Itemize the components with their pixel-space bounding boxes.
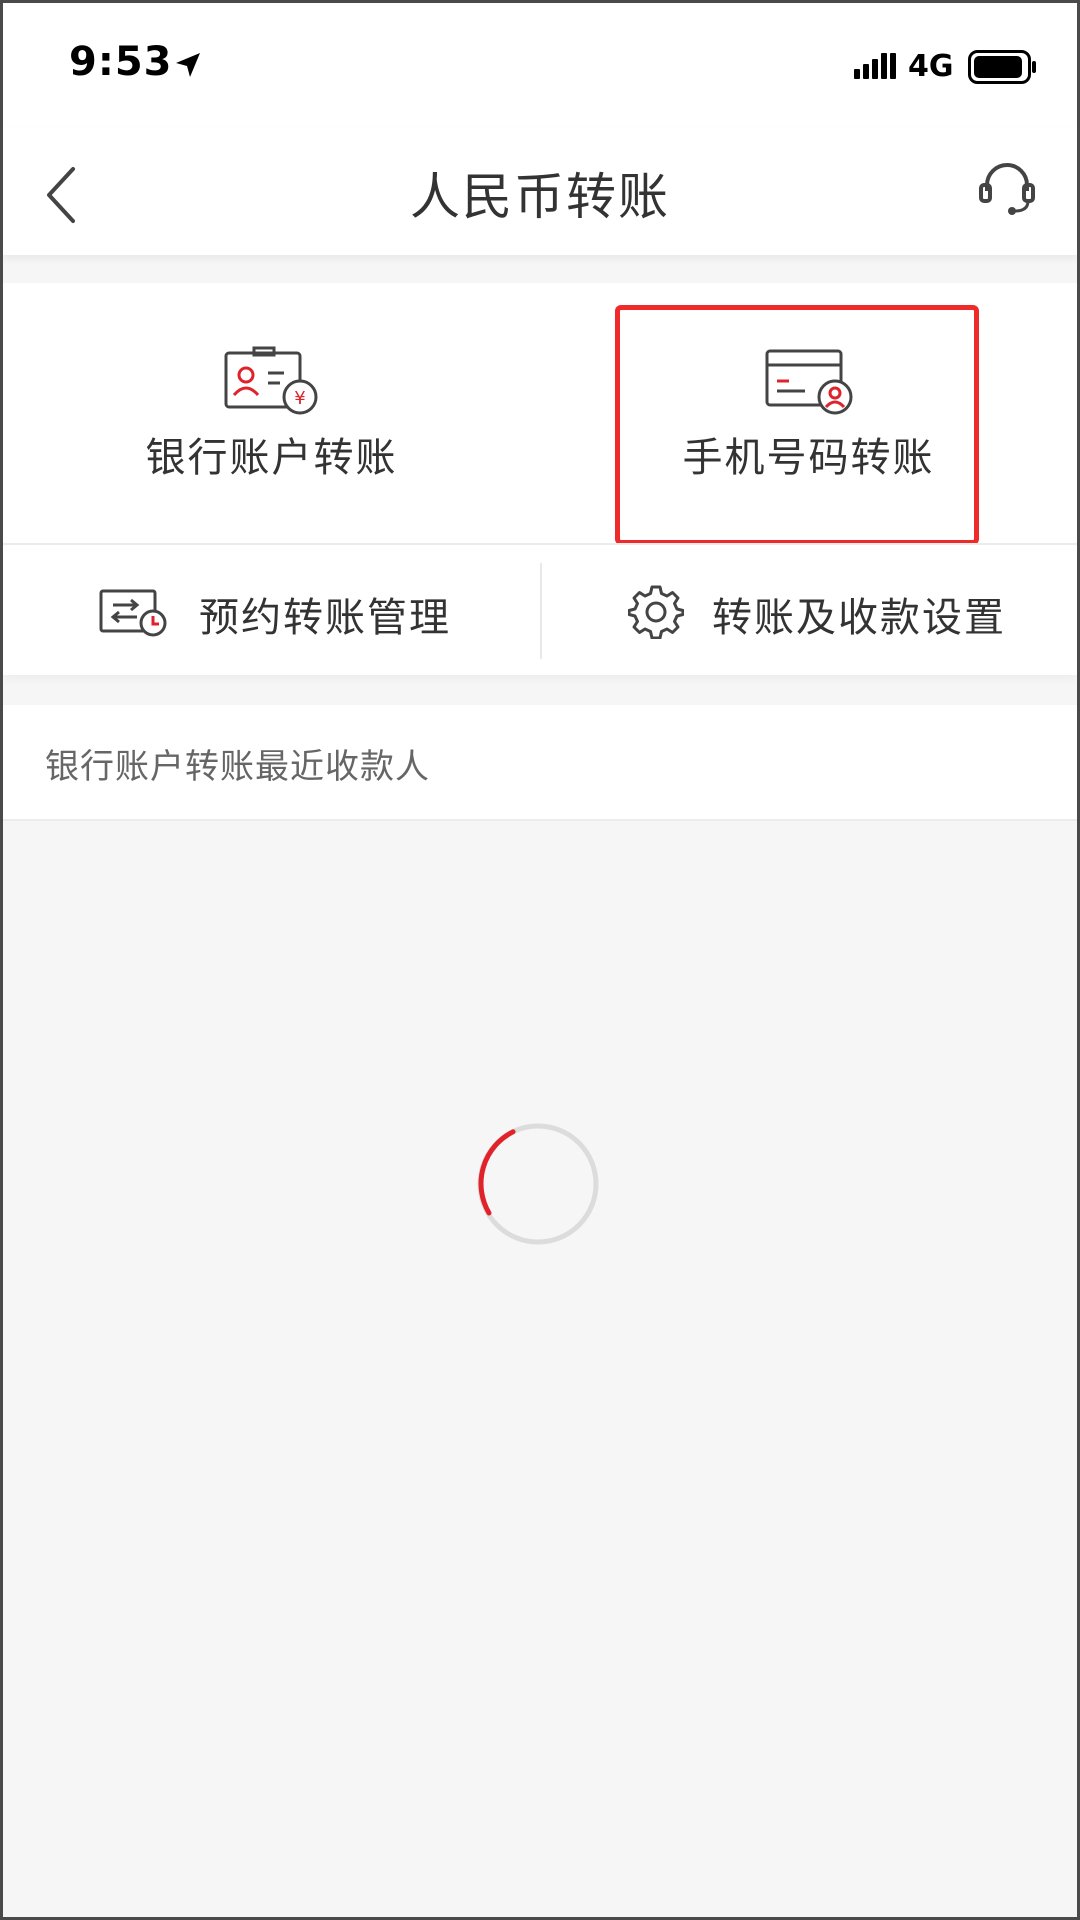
highlight-annotation-box <box>615 305 979 545</box>
scheduled-transfer-management-label: 预约转账管理 <box>199 595 451 641</box>
recent-payees-title: 银行账户转账最近收款人 <box>45 747 430 787</box>
secondary-actions: 预约转账管理 转账及收款设置 <box>3 545 1077 675</box>
scheduled-transfer-icon <box>99 589 167 637</box>
bank-account-transfer-button[interactable]: ¥ 银行账户转账 <box>3 283 540 543</box>
headset-icon[interactable] <box>975 155 1039 219</box>
bank-account-transfer-label: 银行账户转账 <box>145 435 398 481</box>
location-arrow-icon <box>176 53 200 77</box>
svg-text:¥: ¥ <box>294 388 305 409</box>
screen: 9:53 4G 人民币转账 ¥ 银行账户转账 手机号码转账 预约转账管理 转账及… <box>3 3 1077 1917</box>
nav-bar: 人民币转账 <box>3 127 1077 255</box>
status-time: 9:53 <box>69 39 173 85</box>
transfer-settings-button[interactable]: 转账及收款设置 <box>540 545 1077 675</box>
recent-payees-header: 银行账户转账最近收款人 <box>3 705 1077 821</box>
transfer-settings-label: 转账及收款设置 <box>712 595 1006 641</box>
signal-strength-icon <box>854 53 896 79</box>
network-type: 4G <box>908 49 954 84</box>
status-bar: 9:53 4G <box>3 3 1077 127</box>
gear-icon <box>628 585 684 639</box>
bank-account-card-icon: ¥ <box>224 346 317 415</box>
page-title: 人民币转账 <box>410 168 670 226</box>
battery-icon <box>968 50 1036 84</box>
scheduled-transfer-management-button[interactable]: 预约转账管理 <box>3 545 540 675</box>
loading-spinner-icon <box>477 1123 599 1245</box>
